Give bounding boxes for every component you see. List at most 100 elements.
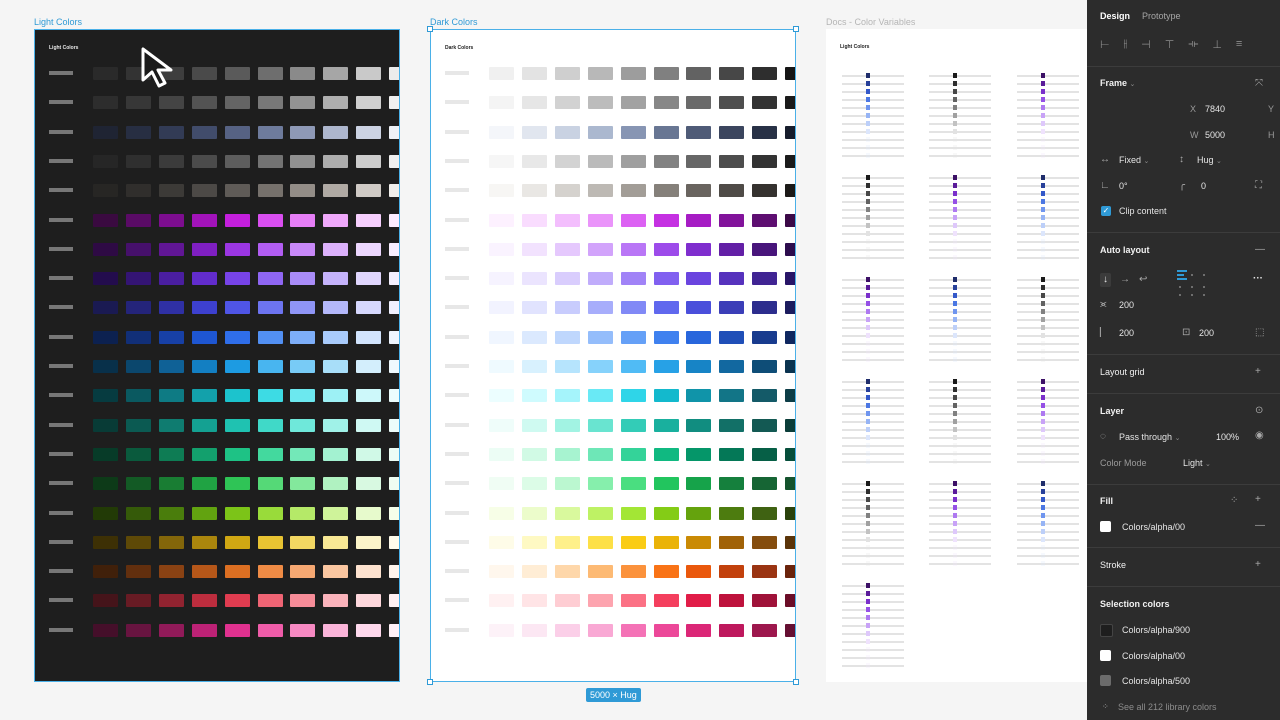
color-swatch[interactable] — [587, 213, 613, 227]
color-swatch[interactable] — [752, 389, 778, 403]
color-swatch[interactable] — [125, 594, 151, 608]
color-swatch[interactable] — [290, 213, 316, 227]
color-swatch[interactable] — [158, 506, 184, 520]
selection-color-name[interactable]: Colors/alpha/900 — [1122, 625, 1190, 635]
color-swatch[interactable] — [290, 506, 316, 520]
color-swatch[interactable] — [521, 272, 547, 286]
color-swatch[interactable] — [719, 96, 745, 110]
color-swatch[interactable] — [587, 96, 613, 110]
color-swatch[interactable] — [224, 125, 250, 139]
color-swatch[interactable] — [620, 213, 646, 227]
color-swatch[interactable] — [356, 594, 382, 608]
color-swatch[interactable] — [489, 154, 514, 168]
color-swatch[interactable] — [290, 447, 316, 461]
color-swatch[interactable] — [389, 535, 399, 549]
color-swatch[interactable] — [323, 565, 349, 579]
color-swatch[interactable] — [587, 360, 613, 373]
selection-color-name[interactable]: Colors/alpha/00 — [1122, 651, 1185, 661]
color-swatch[interactable] — [257, 242, 283, 256]
color-swatch[interactable] — [389, 213, 399, 227]
color-swatch[interactable] — [158, 389, 184, 403]
color-swatch[interactable] — [93, 535, 118, 549]
color-swatch[interactable] — [323, 506, 349, 520]
clip-content-checkbox[interactable]: ✓ — [1101, 206, 1111, 216]
color-swatch[interactable] — [620, 418, 646, 432]
color-swatch[interactable] — [719, 272, 745, 286]
color-swatch[interactable] — [158, 360, 184, 373]
gap-field[interactable]: 200 — [1119, 300, 1134, 310]
color-swatch[interactable] — [554, 506, 580, 520]
color-swatch[interactable] — [389, 360, 399, 373]
color-swatch[interactable] — [323, 330, 349, 344]
color-swatch[interactable] — [620, 447, 646, 461]
color-swatch[interactable] — [356, 242, 382, 256]
color-swatch[interactable] — [191, 535, 217, 549]
color-swatch[interactable] — [587, 154, 613, 168]
color-swatch[interactable] — [686, 418, 712, 432]
color-swatch[interactable] — [686, 125, 712, 139]
color-swatch[interactable] — [489, 565, 514, 579]
color-swatch[interactable] — [620, 623, 646, 637]
color-swatch[interactable] — [653, 594, 679, 608]
color-swatch[interactable] — [653, 565, 679, 579]
color-swatch[interactable] — [752, 477, 778, 491]
color-swatch[interactable] — [785, 360, 795, 373]
color-swatch[interactable] — [489, 477, 514, 491]
color-swatch[interactable] — [257, 477, 283, 491]
color-swatch[interactable] — [521, 213, 547, 227]
color-swatch[interactable] — [785, 125, 795, 139]
color-swatch[interactable] — [389, 125, 399, 139]
color-swatch[interactable] — [290, 67, 316, 80]
color-swatch[interactable] — [554, 447, 580, 461]
color-swatch[interactable] — [257, 213, 283, 227]
color-swatch[interactable] — [356, 184, 382, 198]
color-swatch[interactable] — [323, 125, 349, 139]
individual-padding-icon[interactable]: ⬚ — [1255, 328, 1264, 338]
align-top-icon[interactable]: ⊤ — [1165, 38, 1175, 51]
color-swatch[interactable] — [323, 184, 349, 198]
color-swatch[interactable] — [785, 418, 795, 432]
color-swatch[interactable] — [752, 67, 778, 80]
color-swatch[interactable] — [323, 301, 349, 315]
color-swatch[interactable] — [587, 594, 613, 608]
color-swatch[interactable] — [785, 477, 795, 491]
color-swatch[interactable] — [686, 96, 712, 110]
color-swatch[interactable] — [785, 389, 795, 403]
color-swatch[interactable] — [356, 506, 382, 520]
color-swatch[interactable] — [224, 242, 250, 256]
color-swatch[interactable] — [389, 272, 399, 286]
color-swatch[interactable] — [224, 447, 250, 461]
color-swatch[interactable] — [323, 67, 349, 80]
color-swatch[interactable] — [191, 301, 217, 315]
color-swatch[interactable] — [554, 67, 580, 80]
color-swatch[interactable] — [93, 154, 118, 168]
vertical-padding-field[interactable]: 200 — [1199, 328, 1214, 338]
color-swatch[interactable] — [290, 477, 316, 491]
color-swatch[interactable] — [752, 301, 778, 315]
x-field[interactable]: 7840 — [1205, 104, 1225, 114]
blend-mode-dropdown[interactable]: Pass through ⌄ — [1119, 432, 1180, 442]
color-swatch[interactable] — [191, 272, 217, 286]
color-swatch[interactable] — [489, 418, 514, 432]
align-center-h-icon[interactable]: ⫲ — [1124, 38, 1128, 51]
color-swatch[interactable] — [224, 184, 250, 198]
color-swatch[interactable] — [653, 418, 679, 432]
color-swatch[interactable] — [653, 154, 679, 168]
color-swatch[interactable] — [587, 242, 613, 256]
color-swatch[interactable] — [191, 360, 217, 373]
color-swatch[interactable] — [257, 67, 283, 80]
color-swatch[interactable] — [752, 535, 778, 549]
color-swatch[interactable] — [257, 272, 283, 286]
color-swatch[interactable] — [224, 389, 250, 403]
color-swatch[interactable] — [93, 477, 118, 491]
color-swatch[interactable] — [191, 184, 217, 198]
color-swatch[interactable] — [521, 330, 547, 344]
color-swatch[interactable] — [785, 272, 795, 286]
color-swatch[interactable] — [620, 125, 646, 139]
color-swatch[interactable] — [489, 67, 514, 80]
color-swatch[interactable] — [257, 301, 283, 315]
color-swatch[interactable] — [785, 594, 795, 608]
color-swatch[interactable] — [620, 272, 646, 286]
color-swatch[interactable] — [719, 447, 745, 461]
color-swatch[interactable] — [489, 242, 514, 256]
